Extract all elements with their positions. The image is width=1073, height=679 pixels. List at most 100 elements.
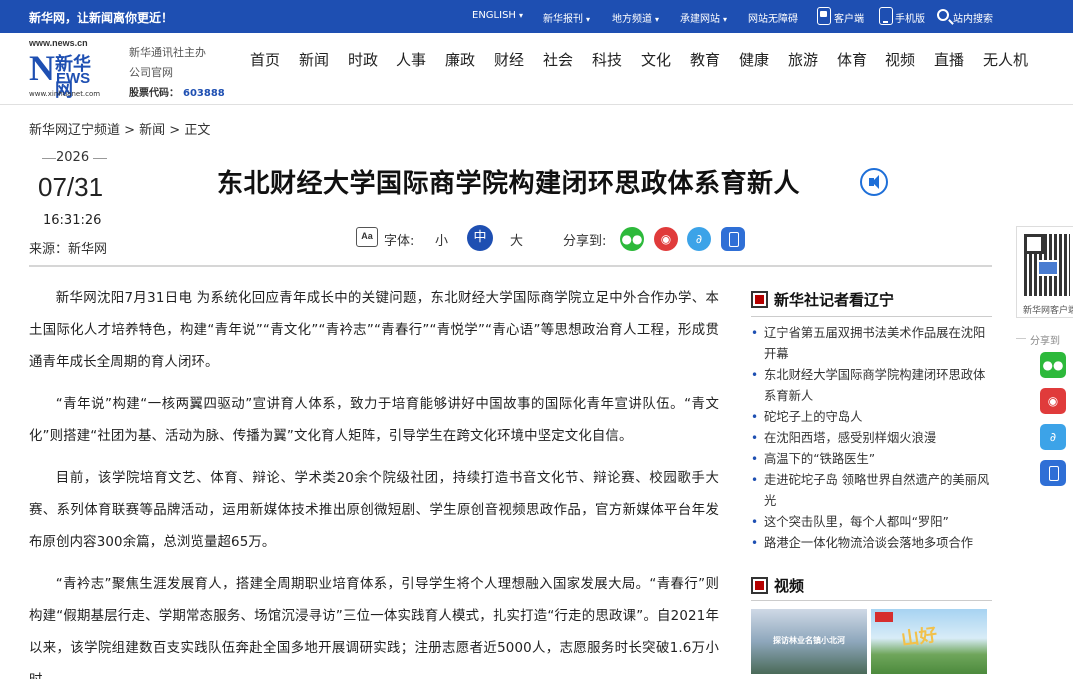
nav-item-tech[interactable]: 科技 bbox=[592, 49, 622, 70]
float-share-wechat-button[interactable]: ●● bbox=[1040, 352, 1066, 378]
qr-code-icon bbox=[1024, 234, 1070, 296]
stock-info: 股票代码： 603888 bbox=[129, 83, 225, 104]
publish-time: 16:31:26 bbox=[43, 213, 102, 228]
topbar-link-newspapers[interactable]: 新华报刊 ▾ bbox=[543, 10, 590, 25]
article-paragraph: “青年说”构建“一核两翼四驱动”宣讲育人体系，致力于培育能够讲好中国故事的国际化… bbox=[29, 397, 719, 444]
chevron-down-icon: ▾ bbox=[586, 15, 591, 24]
font-size-icon: Aa bbox=[356, 227, 378, 247]
sidebar-list-item[interactable]: 这个突击队里，每个人都叫“罗阳” bbox=[751, 512, 992, 533]
sidebar-list-item[interactable]: 砣坨子上的守岛人 bbox=[751, 407, 992, 428]
top-bar: 新华网，让新闻离你更近！ ENGLISH ▾ 新华报刊 ▾ 地方频道 ▾ 承建网站 ▾ … bbox=[0, 0, 1073, 33]
float-share-weibo-button[interactable]: ◉ bbox=[1040, 388, 1066, 414]
share-wechat-button[interactable]: ●● bbox=[620, 227, 644, 251]
wechat-icon: ●● bbox=[621, 232, 643, 246]
nav-item-drone[interactable]: 无人机 bbox=[983, 49, 1028, 70]
topbar-link-sites[interactable]: 承建网站 ▾ bbox=[680, 10, 727, 25]
section-mark-icon bbox=[751, 291, 768, 308]
chevron-down-icon: ▾ bbox=[518, 11, 523, 20]
nav-item-home[interactable]: 首页 bbox=[250, 49, 280, 70]
share-mobile-button[interactable] bbox=[721, 227, 745, 251]
chevron-down-icon: ▾ bbox=[655, 15, 660, 24]
sidebar-divider bbox=[751, 600, 992, 601]
nav-item-education[interactable]: 教育 bbox=[690, 49, 720, 70]
content-divider bbox=[29, 265, 992, 267]
nav-item-personnel[interactable]: 人事 bbox=[396, 49, 426, 70]
logo-url: www.news.cn bbox=[29, 38, 88, 48]
weibo-icon: ◉ bbox=[660, 232, 672, 246]
sidebar-list-item[interactable]: 走进砣坨子岛 领略世界自然遗产的美丽风光 bbox=[751, 470, 992, 512]
weibo-icon: ◉ bbox=[1047, 394, 1059, 408]
article-paragraph: 目前，该学院培育文艺、体育、辩论、学术类20余个院级社团，持续打造书音文化节、辩… bbox=[29, 471, 719, 550]
share-weibo-button[interactable]: ◉ bbox=[654, 227, 678, 251]
nav-item-health[interactable]: 健康 bbox=[739, 49, 769, 70]
site-slogan: 新华网，让新闻离你更近！ bbox=[29, 11, 174, 25]
video-badge bbox=[875, 612, 893, 622]
qr-label: 新华网客户端 bbox=[1023, 306, 1073, 316]
topbar-link-client[interactable]: 客户端 bbox=[834, 10, 864, 25]
mobile-phone-icon[interactable] bbox=[879, 7, 893, 25]
video-caption: 山好 bbox=[899, 624, 939, 651]
video-thumbnail[interactable]: 探访林业名镇小北河 bbox=[751, 609, 867, 674]
article-paragraph: “青衿志”聚焦生涯发展育人，搭建全周期职业培育体系，引导学生将个人理想融入国家发… bbox=[29, 577, 719, 679]
sidebar-reporters-list: 辽宁省第五届双拥书法美术作品展在沈阳开幕 东北财经大学国际商学院构建闭环思政体系… bbox=[751, 323, 992, 554]
publish-year: 2026 bbox=[56, 150, 90, 165]
corp-line1: 新华通讯社主办 bbox=[129, 46, 206, 59]
mobile-icon bbox=[1040, 460, 1066, 486]
nav-item-news[interactable]: 新闻 bbox=[299, 49, 329, 70]
font-size-label: 字体: bbox=[384, 234, 415, 249]
article-body: 新华网沈阳7月31日电 为系统化回应青年成长中的关键问题，东北财经大学国际商学院… bbox=[29, 283, 719, 679]
tv-icon[interactable] bbox=[817, 7, 831, 25]
breadcrumb[interactable]: 新华网辽宁频道 > 新闻 > 正文 bbox=[29, 119, 210, 138]
link-icon: ∂ bbox=[1049, 430, 1057, 444]
topbar-link-mobile[interactable]: 手机版 bbox=[895, 10, 925, 25]
nav-item-integrity[interactable]: 廉政 bbox=[445, 49, 475, 70]
nav-item-politics[interactable]: 时政 bbox=[348, 49, 378, 70]
topbar-link-english[interactable]: ENGLISH ▾ bbox=[472, 10, 523, 21]
nav-item-culture[interactable]: 文化 bbox=[641, 49, 671, 70]
sidebar-title-text: 新华社记者看辽宁 bbox=[774, 291, 895, 309]
topbar-link-accessibility[interactable]: 网站无障碍 bbox=[748, 10, 798, 25]
nav-item-society[interactable]: 社会 bbox=[543, 49, 573, 70]
app-qr-panel[interactable]: 新华网客户端 bbox=[1016, 226, 1073, 318]
sidebar-list-item[interactable]: 在沈阳西塔，感受别样烟火浪漫 bbox=[751, 428, 992, 449]
audio-play-button[interactable] bbox=[860, 168, 888, 196]
divider bbox=[93, 158, 107, 159]
nav-item-live[interactable]: 直播 bbox=[934, 49, 964, 70]
stock-code[interactable]: 603888 bbox=[183, 88, 225, 99]
section-mark-icon bbox=[751, 577, 768, 594]
sidebar-list-item[interactable]: 东北财经大学国际商学院构建闭环思政体系育新人 bbox=[751, 365, 992, 407]
site-logo[interactable]: www.news.cn N 新华网 EWS www.xinhuanet.com bbox=[29, 38, 104, 101]
sidebar-video-title: 视频 bbox=[751, 575, 804, 596]
topbar-link-local-channels[interactable]: 地方频道 ▾ bbox=[612, 10, 659, 25]
nav-item-travel[interactable]: 旅游 bbox=[788, 49, 818, 70]
article-title: 东北财经大学国际商学院构建闭环思政体系育新人 bbox=[217, 169, 801, 199]
nav-item-video[interactable]: 视频 bbox=[885, 49, 915, 70]
sidebar-list-item[interactable]: 高温下的“铁路医生” bbox=[751, 449, 992, 470]
float-share-link-button[interactable]: ∂ bbox=[1040, 424, 1066, 450]
share-link-button[interactable]: ∂ bbox=[687, 227, 711, 251]
video-caption: 探访林业名镇小北河 bbox=[773, 636, 845, 645]
nav-item-sports[interactable]: 体育 bbox=[837, 49, 867, 70]
header-divider bbox=[0, 104, 1073, 105]
logo-url-bottom: www.xinhuanet.com bbox=[29, 90, 101, 98]
float-share-mobile-button[interactable] bbox=[1040, 460, 1066, 486]
logo-ews-text: EWS bbox=[56, 70, 91, 87]
nav-item-finance[interactable]: 财经 bbox=[494, 49, 524, 70]
corp-line2: 公司官网 bbox=[129, 66, 173, 79]
logo-n-mark: N bbox=[29, 48, 55, 88]
float-share-label: 分享到 bbox=[1016, 332, 1060, 347]
stock-label: 股票代码： bbox=[129, 88, 179, 99]
speaker-icon bbox=[869, 175, 879, 189]
sidebar-list-item[interactable]: 路港企一体化物流洽谈会落地多项合作 bbox=[751, 533, 992, 554]
search-icon[interactable] bbox=[937, 9, 949, 21]
publish-month-day: 07/31 bbox=[38, 172, 104, 202]
sidebar-list-item[interactable]: 辽宁省第五届双拥书法美术作品展在沈阳开幕 bbox=[751, 323, 992, 365]
font-size-large[interactable]: 大 bbox=[510, 230, 523, 249]
mobile-icon bbox=[721, 227, 745, 251]
corp-info: 新华通讯社主办 公司官网 股票代码： 603888 bbox=[129, 43, 225, 104]
font-size-medium[interactable]: 中 bbox=[467, 225, 493, 251]
video-thumbnail[interactable]: 山好 bbox=[871, 609, 987, 674]
link-icon: ∂ bbox=[695, 232, 703, 246]
topbar-link-search[interactable]: 站内搜索 bbox=[953, 10, 993, 25]
font-size-small[interactable]: 小 bbox=[435, 230, 448, 249]
